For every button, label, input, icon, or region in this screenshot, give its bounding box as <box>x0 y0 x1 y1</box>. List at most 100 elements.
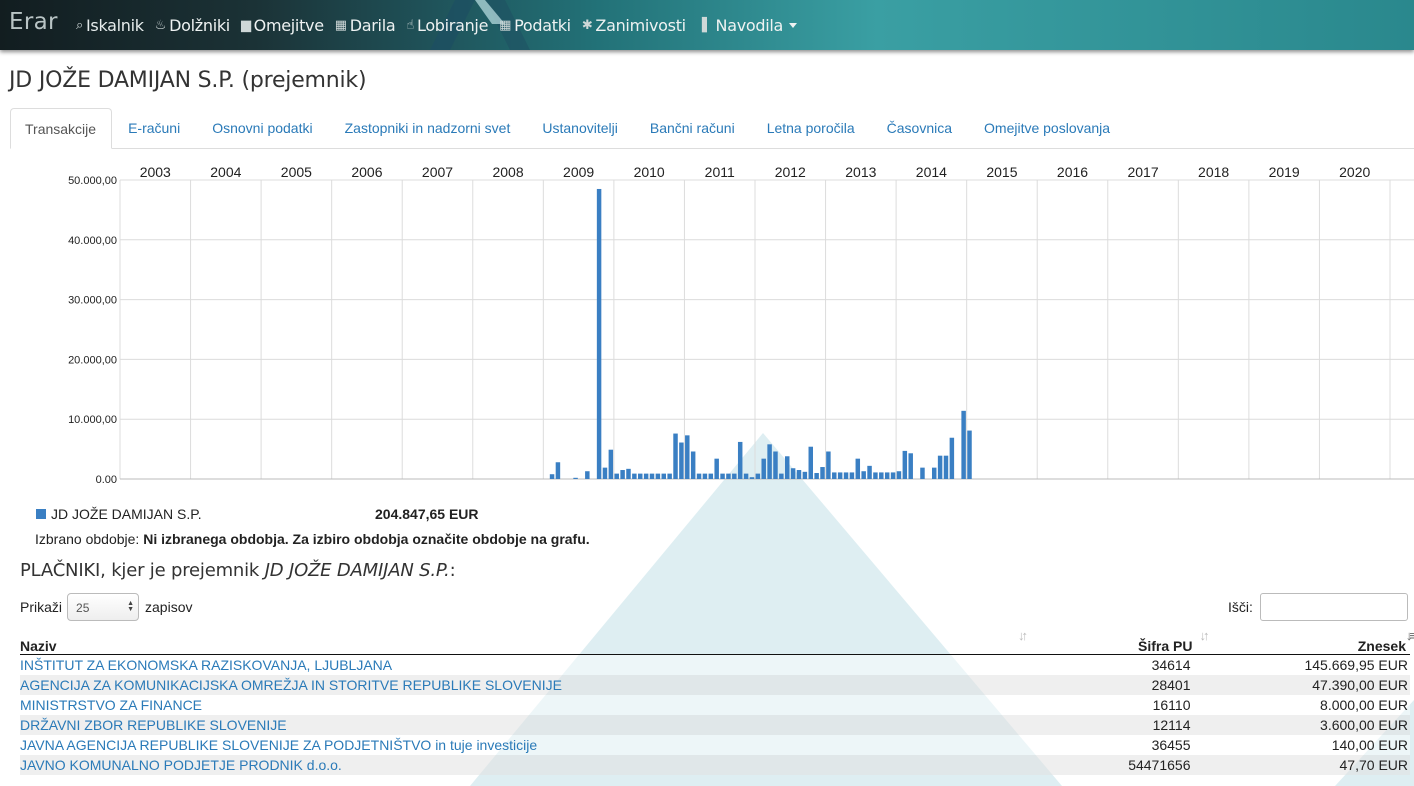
fire-icon: ♨ <box>154 17 167 33</box>
payer-link[interactable]: AGENCIJA ZA KOMUNIKACIJSKA OMREŽJA IN ST… <box>20 677 562 693</box>
cell-amount: 8.000,00 EUR <box>1192 695 1410 715</box>
nav-item-zanimivosti[interactable]: ✱ Zanimivosti <box>580 0 695 50</box>
payer-link[interactable]: JAVNA AGENCIJA REPUBLIKE SLOVENIJE ZA PO… <box>20 737 537 753</box>
chart-bar <box>714 458 719 479</box>
tab-letna-poročila[interactable]: Letna poročila <box>751 108 871 148</box>
chart-bar <box>720 473 725 479</box>
legend-total: 204.847,65 EUR <box>375 506 479 522</box>
tab-časovnica[interactable]: Časovnica <box>871 108 968 148</box>
payers-table: Naziv ↓↑ Šifra PU ↓↑ Znesek ↓≡ INŠTITUT … <box>20 628 1414 775</box>
legend-series-name: JD JOŽE DAMIJAN S.P. <box>51 506 202 522</box>
chart-bar <box>937 455 943 479</box>
cell-name: MINISTRSTVO ZA FINANCE <box>20 695 1027 715</box>
chart-bar <box>596 188 602 479</box>
tab-omejitve-poslovanja[interactable]: Omejitve poslovanja <box>968 108 1126 148</box>
nav-item-navodila[interactable]: ▐ Navodila <box>695 0 806 50</box>
chart-bar <box>620 470 625 479</box>
chart-bar <box>667 473 672 479</box>
chart-bar <box>820 467 825 479</box>
book-icon: ▐ <box>696 17 707 33</box>
chart-bar <box>779 473 784 479</box>
nav-item-iskalnik[interactable]: ⌕ Iskalnik <box>74 0 153 50</box>
chart-bar <box>737 441 743 479</box>
chart-bar <box>679 442 684 479</box>
table-row: DRŽAVNI ZBOR REPUBLIKE SLOVENIJE 12114 3.6… <box>20 715 1410 735</box>
cell-code: 16110 <box>1026 695 1193 715</box>
chart-bar <box>867 465 872 479</box>
page-title: JD JOŽE DAMIJAN S.P. (prejemnik) <box>9 68 367 93</box>
payer-link[interactable]: DRŽAVNI ZBOR REPUBLIKE SLOVENIJE <box>20 717 287 733</box>
tab-e-računi[interactable]: E-računi <box>112 108 196 148</box>
nav-item-dolžniki[interactable]: ♨ Dolžniki <box>153 0 239 50</box>
chart-bar <box>943 455 949 479</box>
period-label: Izbrano obdobje: <box>35 531 140 547</box>
select-arrows-icon: ▲ ▼ <box>127 600 135 613</box>
page-length-select[interactable]: 25 ▲ ▼ <box>67 593 140 621</box>
nav-item-darila[interactable]: ▦ Darila <box>333 0 405 50</box>
chart-bar <box>702 473 708 479</box>
cell-amount: 140,00 EUR <box>1192 735 1410 755</box>
tab-ustanovitelji[interactable]: Ustanovitelji <box>526 108 633 148</box>
x-tick-label: 2007 <box>422 164 453 180</box>
payers-title: PLAČNIKI, kjer je prejemnik JD JOŽE DAMI… <box>20 560 456 581</box>
payers-table-body: INŠTITUT ZA EKONOMSKA RAZISKOVANJA, LJUB… <box>20 654 1410 775</box>
chart-bar <box>549 474 555 479</box>
nav-item-label: Omejitve <box>253 15 324 35</box>
payer-link[interactable]: MINISTRSTVO ZA FINANCE <box>20 697 202 713</box>
y-tick-label: 40.000,00 <box>68 235 117 247</box>
chart-bar <box>832 472 837 479</box>
x-tick-label: 2017 <box>1127 164 1158 180</box>
tab-transakcije[interactable]: Transakcije <box>10 108 113 149</box>
column-header-code-label: Šifra PU <box>1138 638 1193 654</box>
grid-icon: ▦ <box>499 17 512 33</box>
payers-title-name: JD JOŽE DAMIJAN S.P. <box>264 560 450 581</box>
nav-item-podatki[interactable]: ▦ Podatki <box>497 0 580 50</box>
sort-icon: ↓↑ <box>1018 628 1028 643</box>
cell-code: 34614 <box>1026 654 1193 675</box>
y-tick-label: 20.000,00 <box>68 354 117 366</box>
tab-osnovni-podatki[interactable]: Osnovni podatki <box>196 108 328 148</box>
payer-link[interactable]: INŠTITUT ZA EKONOMSKA RAZISKOVANJA, LJUB… <box>20 657 392 673</box>
chart-bar <box>908 453 913 479</box>
nav-item-omejitve[interactable]: ▆ Omejitve <box>239 0 333 50</box>
chart-bar <box>608 449 614 479</box>
chart-bar <box>790 468 796 479</box>
chart-bar <box>673 433 678 479</box>
tab-zastopniki-in-nadzorni-svet[interactable]: Zastopniki in nadzorni svet <box>329 108 527 148</box>
x-tick-label: 2008 <box>492 164 523 180</box>
search-icon: ⌕ <box>76 17 83 33</box>
column-header-name[interactable]: Naziv ↓↑ <box>20 628 1028 655</box>
table-row: MINISTRSTVO ZA FINANCE 16110 8.000,00 EUR <box>20 695 1410 715</box>
brand-logo[interactable]: Erar <box>9 9 58 35</box>
chart-bar <box>614 473 619 479</box>
cell-name: JAVNA AGENCIJA REPUBLIKE SLOVENIJE ZA PO… <box>20 735 1027 755</box>
x-tick-label: 2003 <box>140 164 171 180</box>
transactions-chart[interactable]: 0.00 10.000,00 20.000,00 30.000,00 40.000,00… <box>0 150 1414 490</box>
column-header-name-label: Naziv <box>20 638 57 654</box>
column-header-code[interactable]: Šifra PU ↓↑ <box>1026 628 1210 655</box>
chart-bar <box>661 473 667 479</box>
page-length-control: Prikaži 25 ▲ ▼ zapisov <box>20 593 192 621</box>
nav-item-lobiranje[interactable]: ☝ Lobiranje <box>404 0 497 50</box>
legend-swatch <box>36 509 46 519</box>
nav-item-label: Zanimivosti <box>595 15 686 35</box>
chart-bar <box>890 472 896 479</box>
tab-bančni-računi[interactable]: Bančni računi <box>634 108 751 148</box>
chart-bar <box>755 473 761 479</box>
chart-bar <box>961 410 966 479</box>
x-tick-label: 2015 <box>986 164 1017 180</box>
table-row: INŠTITUT ZA EKONOMSKA RAZISKOVANJA, LJUB… <box>20 654 1410 675</box>
gift-icon: ▦ <box>334 17 347 33</box>
chart-bar <box>931 467 937 479</box>
search-input[interactable] <box>1259 593 1408 621</box>
period-value: Ni izbranega obdobja. Za izbiro obdobja … <box>143 531 590 547</box>
chart-bar <box>602 467 608 479</box>
nav-item-label: Lobiranje <box>416 15 489 35</box>
chart-bar <box>873 472 878 479</box>
chart-bar <box>837 472 843 479</box>
cell-code: 54471656 <box>1026 755 1193 775</box>
chart-bar <box>849 472 855 479</box>
chart-bar <box>796 470 802 479</box>
payer-link[interactable]: JAVNO KOMUNALNO PODJETJE PRODNIK d.o.o. <box>20 757 342 773</box>
column-header-amount[interactable]: Znesek ↓≡ <box>1192 628 1414 655</box>
